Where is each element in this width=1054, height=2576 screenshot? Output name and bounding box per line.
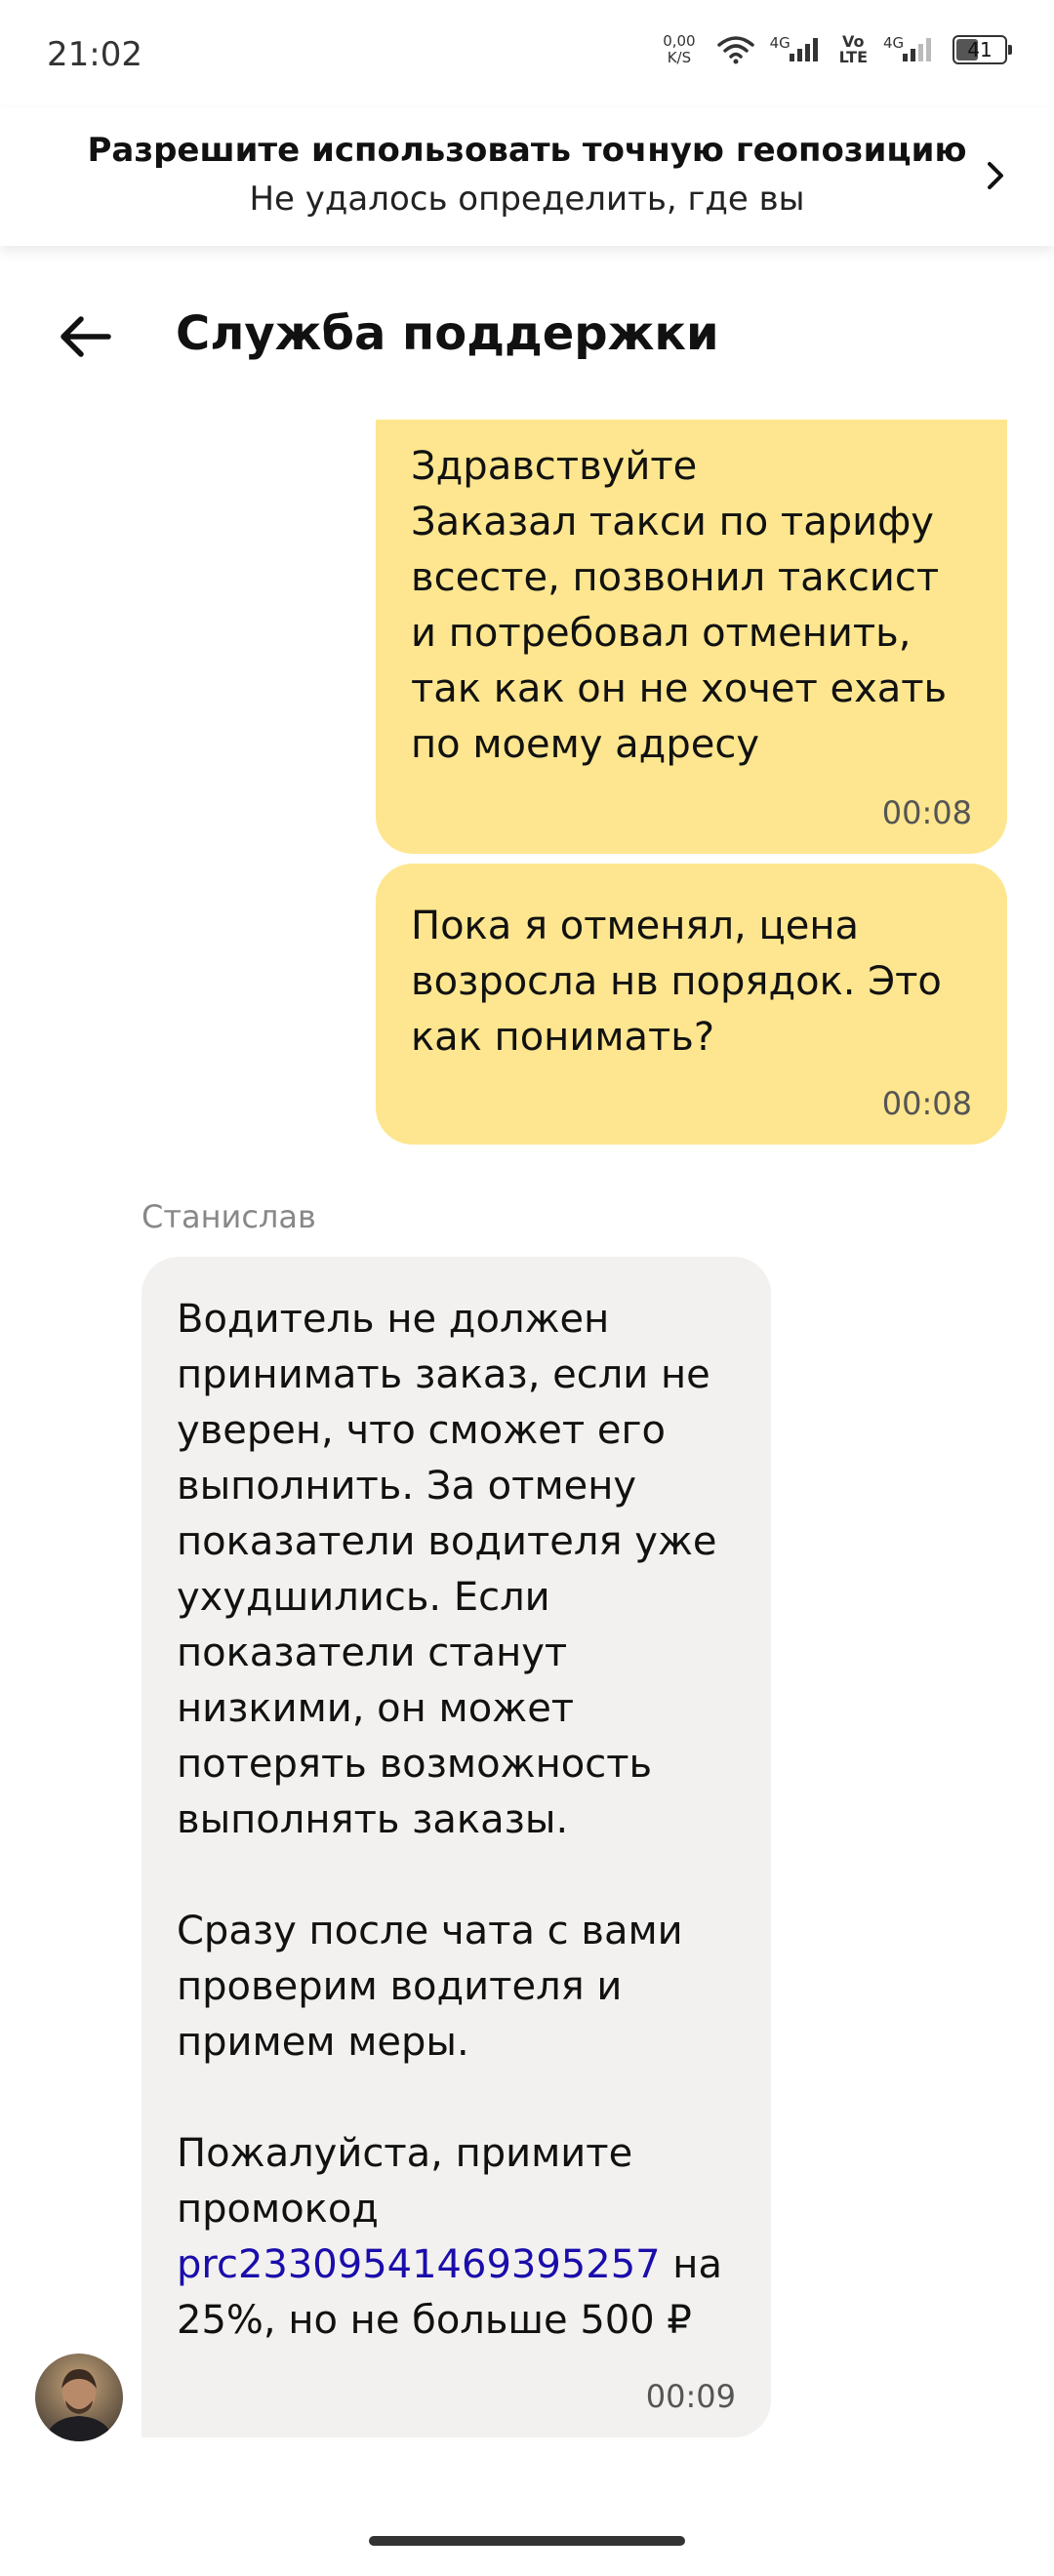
avatar-image [35, 2354, 123, 2441]
message-text-part: Водитель не должен принимать заказ, если… [177, 1297, 717, 2232]
message-text: Здравствуйте Заказал такси по тарифу все… [411, 444, 948, 767]
signal-label: 4G [769, 34, 790, 52]
status-bar: 21:02 0,00 K/S 4G Vo LTE 4G 41 [0, 0, 1054, 107]
incoming-message[interactable]: Водитель не должен принимать заказ, если… [142, 1257, 771, 2437]
network-speed-unit: K/S [667, 49, 692, 66]
message-text: Водитель не должен принимать заказ, если… [177, 1292, 736, 2349]
avatar [35, 2354, 123, 2441]
arrow-left-icon [61, 316, 111, 357]
outgoing-message[interactable]: Здравствуйте Заказал такси по тарифу все… [376, 420, 1007, 854]
status-icons: 0,00 K/S 4G Vo LTE 4G 41 [663, 33, 1012, 66]
volte-bottom: LTE [838, 48, 868, 66]
outgoing-message[interactable]: Пока я отменял, цена возросла нв порядок… [376, 864, 1007, 1145]
chevron-right-icon[interactable] [976, 156, 1015, 195]
geo-banner-title: Разрешите использовать точную геопозицию [87, 131, 967, 170]
wifi-icon [716, 36, 754, 64]
message-time: 00:09 [645, 2378, 736, 2415]
battery-level: 41 [967, 38, 993, 61]
message-time: 00:08 [881, 1085, 972, 1122]
geo-banner-subtitle: Не удалось определить, где вы [249, 180, 805, 219]
cellular-signal-icon-2: 4G [883, 34, 931, 61]
battery-icon: 41 [953, 35, 1012, 64]
sender-name: Станислав [142, 1198, 316, 1235]
network-speed-value: 0,00 [663, 32, 696, 50]
cellular-signal-icon: 4G [770, 34, 818, 61]
home-indicator[interactable] [369, 2536, 685, 2546]
chat-header: Служба поддержки [0, 273, 1054, 400]
signal-label-2: 4G [883, 34, 905, 52]
promo-code-link[interactable]: prc23309541469395257 [177, 2242, 661, 2287]
message-text: Пока я отменял, цена возросла нв порядок… [411, 904, 942, 1060]
volte-indicator: Vo LTE [839, 34, 868, 65]
network-speed: 0,00 K/S [663, 33, 695, 66]
geolocation-banner[interactable]: Разрешите использовать точную геопозицию… [0, 107, 1054, 246]
page-title: Служба поддержки [176, 306, 719, 361]
status-time: 21:02 [47, 35, 142, 74]
back-button[interactable] [51, 302, 119, 371]
message-time: 00:08 [881, 794, 972, 831]
